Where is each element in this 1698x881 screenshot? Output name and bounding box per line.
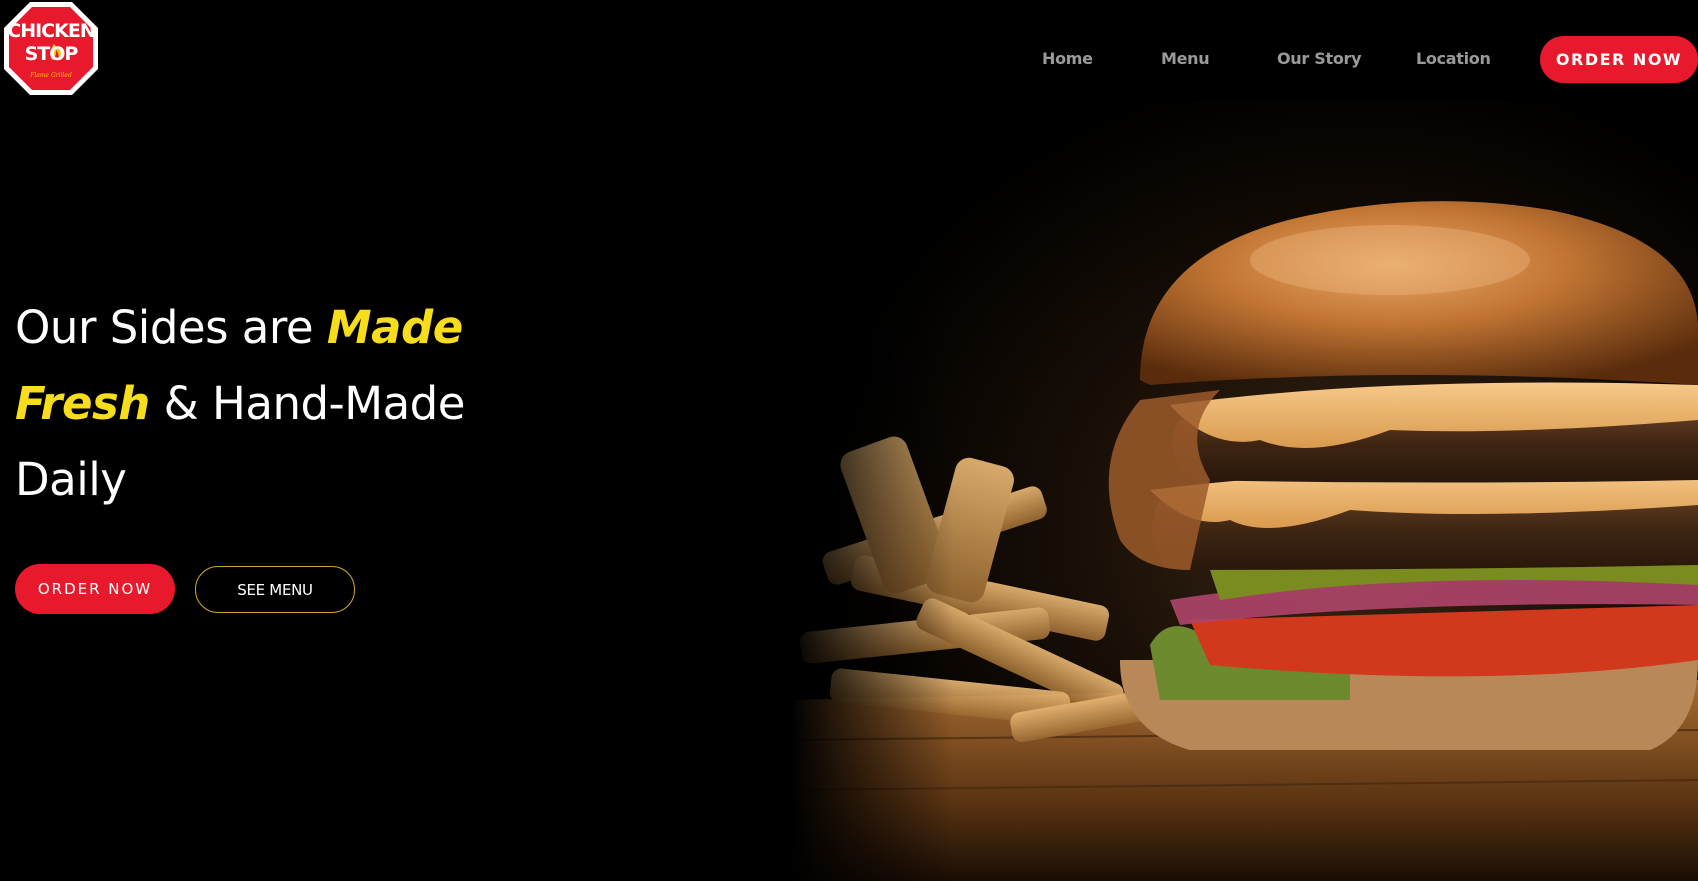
headline-text-1: Our Sides are (15, 301, 327, 354)
nav-location-link[interactable]: Location (1416, 49, 1491, 68)
logo-text-chicken: CHICKEN (7, 20, 95, 42)
headline-accent-made: Made (326, 301, 463, 354)
hero-see-menu-button[interactable]: SEE MENU (195, 566, 355, 613)
headline-text-3: Daily (15, 453, 127, 506)
hero-order-now-button[interactable]: ORDER NOW (15, 564, 175, 614)
logo-text-stop: STOP (24, 43, 79, 65)
landing-page: CHICKEN STOP Flame Grilled Home Menu Our… (0, 0, 1698, 881)
hero-headline: Our Sides are Made Fresh & Hand-Made Daily (15, 290, 615, 518)
brand-logo[interactable]: CHICKEN STOP Flame Grilled (2, 0, 100, 97)
headline-accent-fresh: Fresh (15, 377, 150, 430)
nav-our-story-link[interactable]: Our Story (1277, 49, 1362, 68)
headline-text-2: & Hand-Made (149, 377, 466, 430)
logo-tagline: Flame Grilled (30, 72, 72, 79)
hero-burger-image (790, 100, 1698, 881)
header-order-now-button[interactable]: ORDER NOW (1540, 36, 1698, 83)
nav-menu-link[interactable]: Menu (1161, 49, 1210, 68)
nav-home-link[interactable]: Home (1042, 49, 1093, 68)
